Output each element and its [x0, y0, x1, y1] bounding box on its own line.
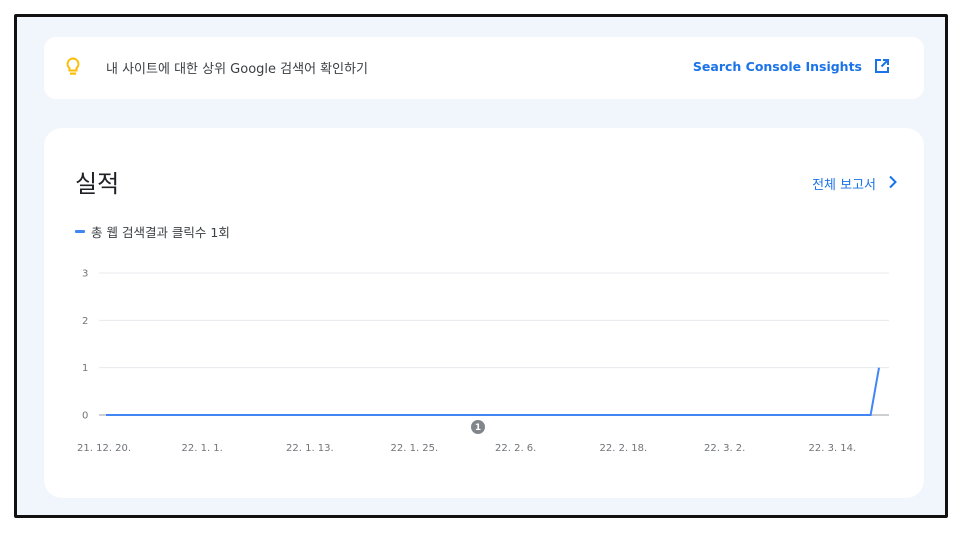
x-tick-label: 22. 3. 2. [704, 443, 745, 454]
chart-annotation[interactable]: 1 [471, 420, 485, 434]
annotation-label: 1 [475, 423, 481, 433]
x-axis-ticks: 21. 12. 20. 22. 1. 1. 22. 1. 13. 22. 1. 25.… [77, 443, 856, 454]
y-tick-label: 1 [82, 363, 88, 374]
y-tick-label: 0 [82, 411, 88, 422]
y-axis-ticks: 0 1 2 3 [82, 269, 88, 422]
search-console-insights-link[interactable]: Search Console Insights [693, 59, 862, 74]
y-tick-label: 2 [82, 316, 88, 327]
clicks-series-line [106, 367, 880, 416]
x-tick-label: 22. 3. 14. [809, 443, 857, 454]
clicks-chart: 0 1 2 3 21. 12. 20. 22. 1. 1. 22. 1. 13. 22. 1… [77, 269, 889, 454]
y-tick-label: 3 [82, 269, 88, 280]
x-tick-label: 22. 1. 1. [182, 443, 223, 454]
insights-banner: 내 사이트에 대한 상위 Google 검색어 확인하기 Search Cons… [44, 37, 924, 99]
banner-text: 내 사이트에 대한 상위 Google 검색어 확인하기 [106, 62, 368, 77]
chart-grid [99, 272, 889, 416]
x-tick-label: 21. 12. 20. [77, 443, 131, 454]
x-tick-label: 22. 1. 13. [286, 443, 334, 454]
performance-card: 실적 전체 보고서 총 웹 검색결과 클릭수 1회 0123 21. 12. 2… [44, 128, 924, 498]
x-tick-label: 22. 1. 25. [391, 443, 439, 454]
chart-series [106, 367, 880, 416]
window-frame: 내 사이트에 대한 상위 Google 검색어 확인하기 Search Cons… [14, 14, 948, 518]
x-tick-label: 22. 2. 6. [495, 443, 536, 454]
open-in-new-icon[interactable] [874, 58, 890, 78]
x-tick-label: 22. 2. 18. [600, 443, 648, 454]
lightbulb-icon [66, 57, 80, 81]
